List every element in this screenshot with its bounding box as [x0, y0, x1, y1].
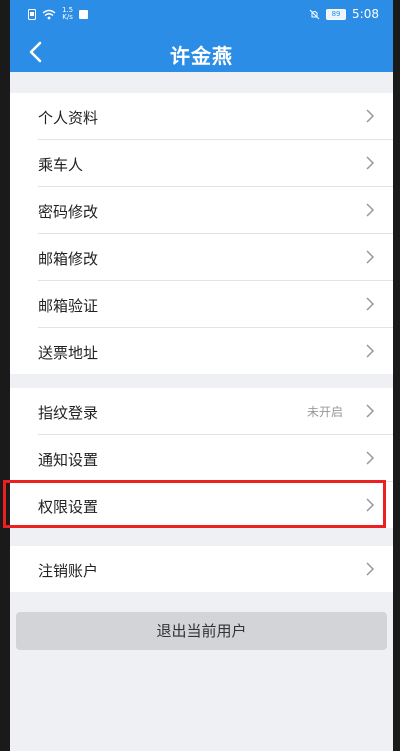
menu-item-notification-settings[interactable]: 通知设置: [38, 435, 393, 482]
top-bar: 1.5 K/s 89 5:08 许金燕: [10, 0, 393, 72]
status-bar-left: 1.5 K/s: [28, 7, 89, 21]
menu-item-label: 个人资料: [38, 109, 99, 127]
logout-button[interactable]: 退出当前用户: [16, 612, 387, 650]
menu-item-label: 注销账户: [38, 562, 99, 580]
menu-item-label: 乘车人: [38, 156, 84, 174]
menu-item-cancel-account[interactable]: 注销账户: [38, 546, 393, 592]
chevron-right-icon: [366, 344, 375, 358]
chevron-right-icon: [366, 250, 375, 264]
header: 许金燕: [10, 34, 393, 72]
chevron-right-icon: [366, 562, 375, 576]
settings-group-account: 个人资料 乘车人 密码修改 邮箱修改 邮箱验证 送票地址: [10, 93, 393, 374]
menu-item-label: 权限设置: [38, 498, 99, 516]
menu-item-change-email[interactable]: 邮箱修改: [38, 234, 393, 281]
status-bar: 1.5 K/s 89 5:08: [10, 0, 393, 28]
chevron-right-icon: [366, 156, 375, 170]
status-time: 5:08: [352, 7, 379, 21]
chevron-right-icon: [366, 109, 375, 123]
menu-item-label: 邮箱修改: [38, 250, 99, 268]
settings-group-security: 指纹登录 未开启 通知设置 权限设置: [10, 388, 393, 528]
notification-icon: [79, 9, 89, 19]
app-screen: 1.5 K/s 89 5:08 许金燕 个人资料 乘车人 密码修改 邮箱修改 邮…: [10, 0, 393, 751]
wifi-icon: [42, 9, 56, 19]
battery-indicator: 89: [326, 8, 347, 20]
network-speed: 1.5 K/s: [62, 7, 73, 21]
chevron-right-icon: [366, 297, 375, 311]
menu-item-change-password[interactable]: 密码修改: [38, 187, 393, 234]
menu-item-label: 邮箱验证: [38, 297, 99, 315]
menu-item-fingerprint-login[interactable]: 指纹登录 未开启: [38, 388, 393, 435]
menu-item-permission-settings[interactable]: 权限设置: [38, 482, 393, 528]
menu-item-profile[interactable]: 个人资料: [38, 93, 393, 140]
settings-group-account-cancel: 注销账户: [10, 546, 393, 592]
chevron-right-icon: [366, 498, 375, 512]
mute-icon: [309, 9, 320, 19]
network-speed-unit: K/s: [62, 13, 73, 21]
fingerprint-status: 未开启: [306, 405, 343, 419]
sim-card-icon: [28, 8, 36, 20]
menu-item-ticket-address[interactable]: 送票地址: [38, 328, 393, 374]
menu-item-label: 送票地址: [38, 344, 99, 362]
chevron-right-icon: [366, 404, 375, 418]
chevron-right-icon: [366, 451, 375, 465]
chevron-right-icon: [366, 203, 375, 217]
menu-item-passengers[interactable]: 乘车人: [38, 140, 393, 187]
menu-item-verify-email[interactable]: 邮箱验证: [38, 281, 393, 328]
menu-item-label: 指纹登录: [38, 404, 99, 422]
menu-item-label: 密码修改: [38, 203, 99, 221]
page-title: 许金燕: [170, 44, 233, 68]
status-bar-right: 89 5:08: [309, 7, 379, 21]
menu-item-label: 通知设置: [38, 451, 99, 469]
